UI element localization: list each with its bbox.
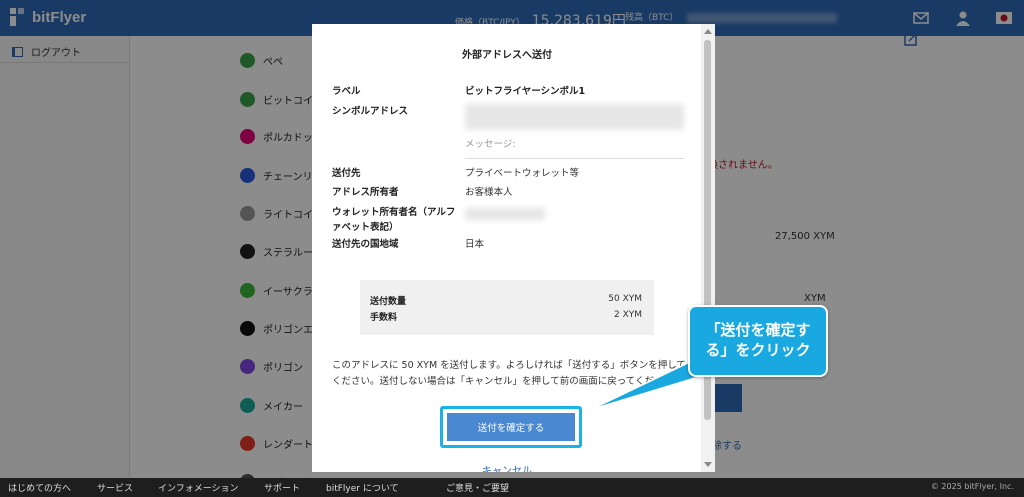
cancel-link[interactable]: キャンセル <box>312 462 702 472</box>
copyright: © 2025 bitFlyer, Inc. <box>930 482 1014 491</box>
label-field-value: ビットフライヤーシンボル1 <box>465 86 586 97</box>
wallet-owner-label: ウォレット所有者名（アルファベット表記） <box>332 207 456 233</box>
modal-title: 外部アドレスへ送付 <box>462 50 552 61</box>
confirm-send-button[interactable]: 送付を確定する <box>447 413 575 441</box>
country-label: 送付先の国地域 <box>332 239 399 250</box>
scroll-up-arrow-icon[interactable] <box>704 29 712 34</box>
callout-line-1: 「送付を確定す <box>705 321 811 339</box>
fee-value: 2 XYM <box>613 310 642 320</box>
wallet-owner-value <box>465 208 545 220</box>
message-placeholder: メッセージ: <box>465 139 516 150</box>
confirm-button-highlight: 送付を確定する <box>440 406 582 448</box>
address-owner-value: お客様本人 <box>465 187 513 198</box>
footer-item-feedback[interactable]: ご意見・ご要望 <box>446 481 509 494</box>
footer-item-beginners[interactable]: はじめての方へ <box>8 481 71 494</box>
address-owner-label: アドレス所有者 <box>332 187 399 198</box>
footer: はじめての方へ サービス インフォメーション サポート bitFlyer につい… <box>0 478 1024 497</box>
label-field-label: ラベル <box>332 86 361 97</box>
destination-label: 送付先 <box>332 168 361 179</box>
fee-label: 手数料 <box>370 313 398 323</box>
symbol-address-label: シンボルアドレス <box>332 106 409 117</box>
destination-value: プライベートウォレット等 <box>465 168 580 179</box>
footer-item-about[interactable]: bitFlyer について <box>326 481 399 494</box>
instruction-callout: 「送付を確定す る」をクリック <box>688 305 828 377</box>
send-summary: 送付数量 50 XYM 手数料 2 XYM <box>360 280 654 335</box>
footer-item-services[interactable]: サービス <box>97 481 133 494</box>
symbol-address-value <box>465 104 684 130</box>
send-amount-label: 送付数量 <box>370 297 407 307</box>
footer-item-support[interactable]: サポート <box>264 481 300 494</box>
divider <box>465 158 684 159</box>
footer-item-information[interactable]: インフォメーション <box>158 481 239 494</box>
country-value: 日本 <box>465 239 485 250</box>
send-amount-value: 50 XYM <box>608 294 642 304</box>
scroll-down-arrow-icon[interactable] <box>704 462 712 467</box>
callout-line-2: る」をクリック <box>705 341 811 359</box>
